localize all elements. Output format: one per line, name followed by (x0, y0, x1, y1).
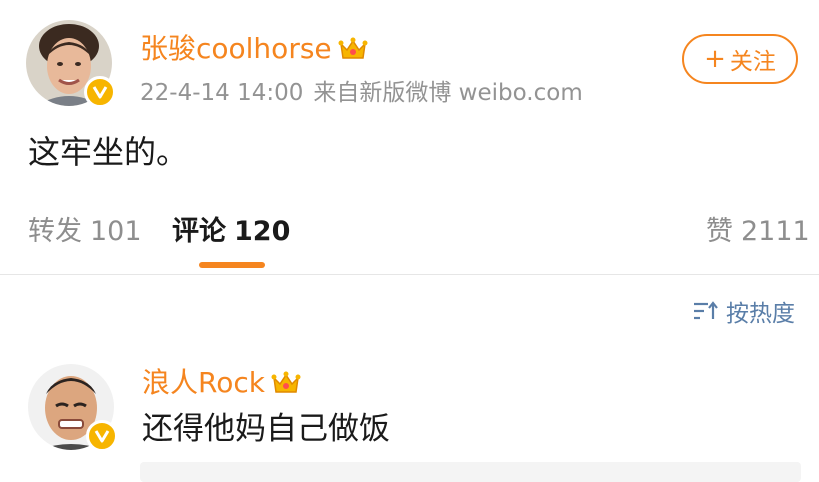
divider (0, 274, 819, 275)
tab-comments-label: 评论 (172, 216, 226, 247)
tab-comments-count: 120 (234, 216, 291, 247)
post-author-name[interactable]: 张骏coolhorse (140, 32, 368, 66)
tab-likes-count: 2111 (741, 216, 810, 247)
comment-text: 还得他妈自己做饭 (142, 411, 390, 447)
sort-icon (694, 301, 718, 320)
vip-crown-icon (338, 36, 368, 62)
verified-badge-icon (84, 76, 116, 108)
post-author-avatar[interactable] (26, 20, 116, 108)
comment-author-name[interactable]: 浪人Rock (142, 366, 301, 400)
post-meta: 22-4-14 14:00 来自新版微博 weibo.com (140, 78, 593, 108)
comment-author-name-text: 浪人Rock (142, 366, 265, 399)
follow-label: 关注 (729, 49, 776, 75)
post-author-name-text: 张骏coolhorse (140, 32, 332, 65)
tab-likes-label: 赞 (706, 216, 733, 247)
tab-likes[interactable]: 赞 2111 (706, 214, 810, 250)
sort-by-hot-button[interactable]: 按热度 (692, 294, 795, 328)
post-text: 这牢坐的。 (28, 133, 189, 171)
sort-label: 按热度 (726, 301, 795, 327)
vip-crown-icon (271, 370, 301, 396)
verified-badge-icon (86, 420, 118, 452)
tab-repost-label: 转发 (28, 216, 82, 247)
tab-repost[interactable]: 转发 101 (28, 214, 142, 250)
active-tab-indicator (199, 262, 265, 268)
follow-button[interactable]: + 关注 (682, 34, 798, 84)
comment-author-avatar[interactable] (28, 364, 118, 452)
comment-replies-box[interactable] (140, 462, 801, 482)
tab-repost-count: 101 (90, 216, 142, 247)
post-source: 来自新版微博 weibo.com (313, 80, 583, 106)
tab-comments[interactable]: 评论 120 (172, 214, 290, 250)
plus-icon: + (704, 44, 726, 74)
post-time: 22-4-14 14:00 (140, 80, 304, 106)
